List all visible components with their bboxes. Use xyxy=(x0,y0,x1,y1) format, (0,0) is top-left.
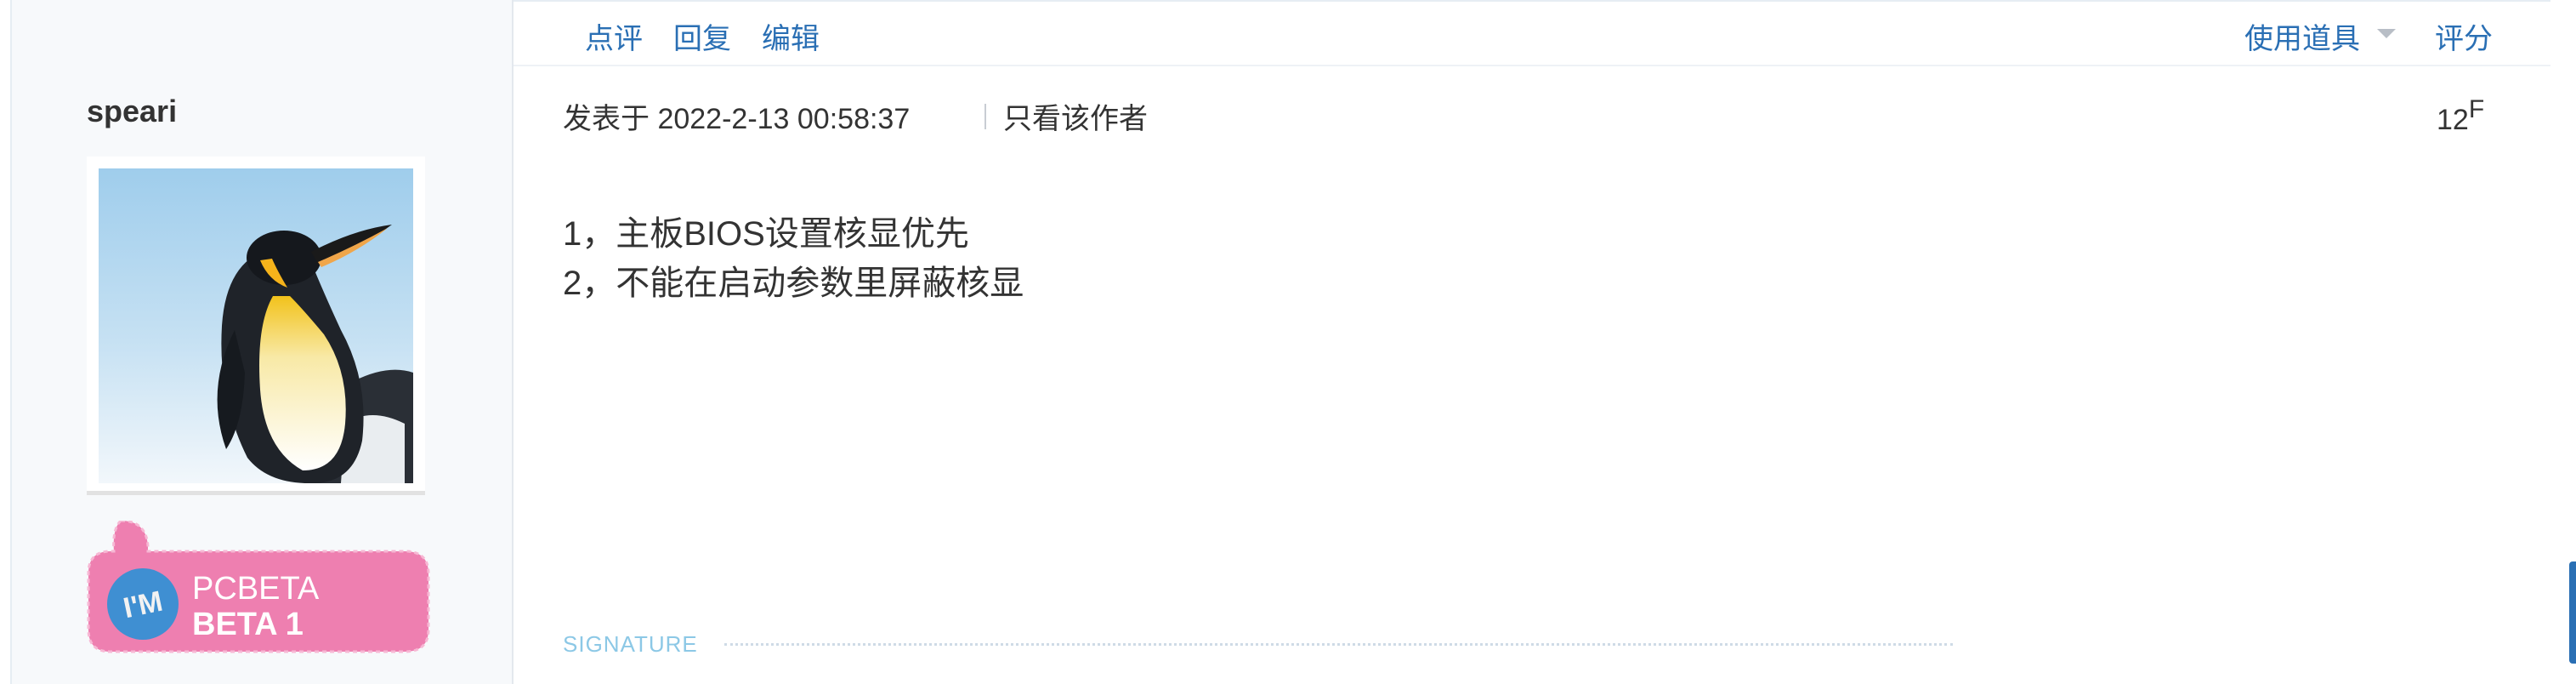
post-body-line-1: 1，主板BIOS设置核显优先 xyxy=(563,215,969,253)
pcbeta-badge: I'M PCBETA BETA 1 xyxy=(87,519,432,655)
use-tool-menu[interactable]: 使用道具 xyxy=(2244,15,2360,57)
floor-number: 12 xyxy=(2437,104,2469,136)
reply-link[interactable]: 回复 xyxy=(673,15,731,57)
post-timestamp: 发表于 2022-2-13 00:58:37 xyxy=(563,103,911,135)
only-author-link[interactable]: 只看该作者 xyxy=(1003,95,1148,137)
column-divider xyxy=(512,0,513,684)
badge-line1: PCBETA xyxy=(192,571,320,607)
penguin-avatar-image xyxy=(99,168,413,483)
username-link[interactable]: speari xyxy=(87,94,177,129)
signature-divider xyxy=(724,643,1953,646)
signature-label: SIGNATURE xyxy=(563,631,698,657)
scrollbar-thumb[interactable] xyxy=(2569,561,2576,664)
post-body-line-2: 2，不能在启动参数里屏蔽核显 xyxy=(563,265,1024,302)
avatar-frame xyxy=(87,157,425,495)
floor-number-link[interactable]: 12F xyxy=(2437,95,2484,137)
badge-line2: BETA 1 xyxy=(192,607,304,642)
comment-link[interactable]: 点评 xyxy=(585,15,643,57)
avatar[interactable] xyxy=(99,168,413,483)
edit-link[interactable]: 编辑 xyxy=(762,15,820,57)
rate-link[interactable]: 评分 xyxy=(2435,15,2493,57)
meta-separator xyxy=(984,104,986,129)
caret-down-icon[interactable] xyxy=(2377,29,2396,38)
floor-suffix: F xyxy=(2468,95,2485,123)
